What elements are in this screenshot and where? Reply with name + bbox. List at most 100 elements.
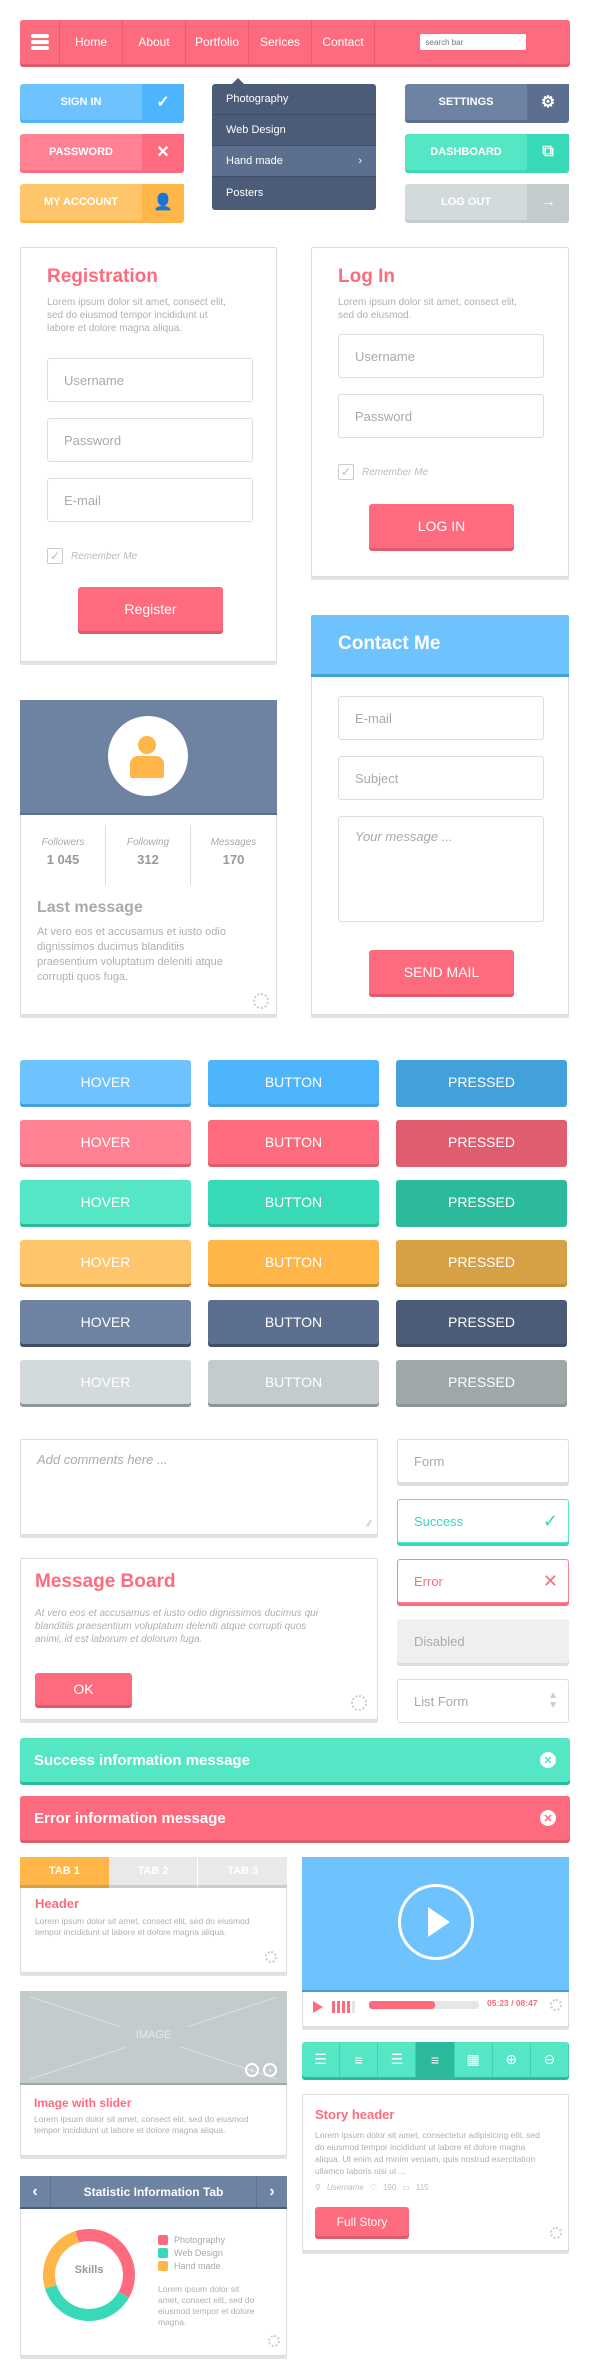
grid-button-button[interactable]: BUTTON [208, 1360, 379, 1404]
volume-bar [352, 2001, 355, 2013]
gear-icon[interactable] [268, 2335, 280, 2347]
zoom-out-icon[interactable]: ⊖ [531, 2042, 569, 2077]
login-remember-checkbox[interactable]: ✓ Remember Me [338, 464, 428, 480]
nav-contact[interactable]: Contact [312, 20, 375, 64]
grid-button-pressed[interactable]: PRESSED [396, 1360, 567, 1404]
ok-button[interactable]: OK [35, 1673, 132, 1705]
legend-label: Photography [174, 2235, 226, 2245]
contact-subject-field[interactable]: Subject [338, 756, 544, 800]
send-mail-button[interactable]: SEND MAIL [369, 950, 514, 994]
full-story-button[interactable]: Full Story [315, 2207, 409, 2236]
align-right-icon[interactable]: ≡ [416, 2042, 455, 2077]
slider-prev-icon[interactable]: ‹ [245, 2063, 259, 2077]
register-button[interactable]: Register [78, 587, 223, 631]
grid-button-button[interactable]: BUTTON [208, 1060, 379, 1104]
search-container [375, 20, 570, 64]
tab-2[interactable]: TAB 2 [108, 1857, 199, 1888]
gear-icon[interactable] [265, 1951, 277, 1963]
grid-button-hover[interactable]: HOVER [20, 1180, 191, 1224]
grid-button-button[interactable]: BUTTON [208, 1180, 379, 1224]
comments-textarea[interactable]: Add comments here ... ⁄⁄ [20, 1439, 378, 1535]
chevron-left-icon[interactable]: ‹ [20, 2176, 51, 2207]
video-screen[interactable] [302, 1857, 569, 1992]
comment-icon[interactable]: ▭ [402, 2183, 410, 2192]
grid-button-hover[interactable]: HOVER [20, 1240, 191, 1284]
hamburger-icon[interactable] [20, 20, 60, 64]
play-circle-icon[interactable] [398, 1884, 474, 1960]
nav-about[interactable]: About [123, 20, 186, 64]
tab-3[interactable]: TAB 3 [198, 1857, 288, 1888]
left-sign-in-button[interactable]: SIGN IN ✓ [20, 84, 184, 120]
stat-value: 1 045 [46, 852, 80, 867]
grid-button-pressed[interactable]: PRESSED [396, 1180, 567, 1224]
grid-button-pressed[interactable]: PRESSED [396, 1060, 567, 1104]
progress-track[interactable] [369, 2001, 479, 2009]
arrow-right-icon: → [527, 184, 569, 220]
email-field[interactable]: E-mail [47, 478, 253, 522]
volume-bar [342, 2001, 345, 2013]
left-my-account-button[interactable]: MY ACCOUNT 👤 [20, 184, 184, 220]
grid-button-pressed[interactable]: PRESSED [396, 1300, 567, 1344]
remember-me-checkbox[interactable]: ✓ Remember Me [47, 548, 137, 564]
nav-home[interactable]: Home [60, 20, 123, 64]
heart-icon[interactable]: ♡ [370, 2183, 377, 2192]
nav-portfolio[interactable]: Portfolio [186, 20, 249, 64]
grid-button-hover[interactable]: HOVER [20, 1360, 191, 1404]
search-input[interactable] [419, 34, 526, 50]
dropdown-item-photography[interactable]: Photography [212, 84, 376, 115]
grid-button-pressed[interactable]: PRESSED [396, 1240, 567, 1284]
form-input[interactable]: Form [397, 1439, 569, 1483]
gear-icon[interactable] [253, 993, 269, 1009]
dropdown-item-web-design[interactable]: Web Design [212, 115, 376, 146]
dropdown-item-posters[interactable]: Posters [212, 177, 376, 208]
login-button[interactable]: LOG IN [369, 504, 514, 548]
gear-icon[interactable] [351, 1695, 367, 1711]
chevron-right-icon[interactable]: › [256, 2176, 287, 2207]
right-settings-button[interactable]: SETTINGS ⚙ [405, 84, 569, 120]
slider-next-icon[interactable]: › [263, 2063, 277, 2077]
dropdown-item-hand-made[interactable]: Hand made › [212, 146, 376, 177]
login-username-field[interactable]: Username [338, 334, 544, 378]
tab-1[interactable]: TAB 1 [20, 1857, 109, 1888]
grid-button-button[interactable]: BUTTON [208, 1120, 379, 1164]
grid-button-hover[interactable]: HOVER [20, 1120, 191, 1164]
contact-email-field[interactable]: E-mail [338, 696, 544, 740]
dropdown-item-label: Hand made [226, 155, 283, 167]
align-left-icon[interactable]: ☰ [302, 2042, 341, 2077]
top-navbar: Home About Portfolio Serices Contact [20, 20, 570, 64]
contact-panel: Contact Me E-mail Subject Your message .… [311, 615, 569, 1015]
grid-icon[interactable]: ▦ [455, 2042, 493, 2077]
success-input[interactable]: Success ✓ [397, 1499, 569, 1543]
error-input[interactable]: Error ✕ [397, 1559, 569, 1603]
login-password-field[interactable]: Password [338, 394, 544, 438]
resize-handle-icon[interactable]: ⁄⁄ [368, 1519, 371, 1530]
left-password-button[interactable]: PASSWORD ✕ [20, 134, 184, 170]
align-center-icon[interactable]: ≡ [340, 2042, 379, 2077]
gear-icon[interactable] [550, 1999, 562, 2011]
zoom-in-icon[interactable]: ⊕ [493, 2042, 531, 2077]
legend-label: Hand made [174, 2261, 221, 2271]
play-icon[interactable] [313, 2001, 323, 2013]
button-label: SIGN IN [60, 96, 102, 108]
spinner-arrows-icon[interactable]: ▲ ▼ [548, 1691, 558, 1711]
error-alert-text: Error information message [34, 1809, 226, 1827]
grid-button-hover[interactable]: HOVER [20, 1060, 191, 1104]
volume-bars[interactable] [332, 2001, 355, 2013]
nav-services[interactable]: Serices [249, 20, 312, 64]
right-log-out-button[interactable]: LOG OUT → [405, 184, 569, 220]
story-username[interactable]: Username [327, 2183, 364, 2192]
grid-button-pressed[interactable]: PRESSED [396, 1120, 567, 1164]
password-field[interactable]: Password [47, 418, 253, 462]
right-dashboard-button[interactable]: DASHBOARD ⧉ [405, 134, 569, 170]
grid-button-hover[interactable]: HOVER [20, 1300, 191, 1344]
grid-button-button[interactable]: BUTTON [208, 1300, 379, 1344]
close-circle-icon[interactable]: ✕ [540, 1752, 556, 1768]
list-form-select[interactable]: List Form ▲ ▼ [397, 1679, 569, 1723]
close-circle-icon[interactable]: ✕ [540, 1810, 556, 1826]
gear-icon[interactable] [550, 2227, 562, 2239]
message-textarea[interactable]: Your message ... [338, 816, 544, 922]
username-field[interactable]: Username [47, 358, 253, 402]
avatar[interactable] [108, 716, 188, 796]
grid-button-button[interactable]: BUTTON [208, 1240, 379, 1284]
align-justify-icon[interactable]: ☰ [378, 2042, 417, 2077]
